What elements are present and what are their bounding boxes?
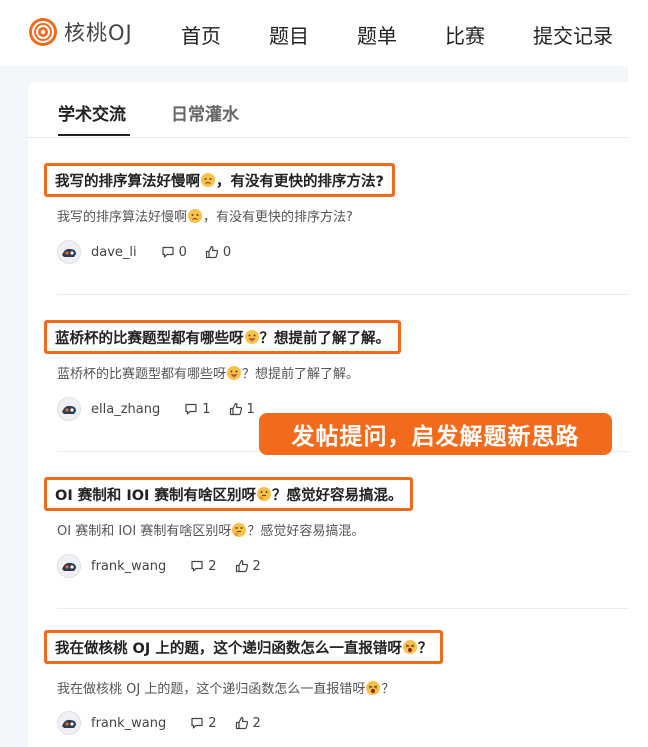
post-title-text-tail: ？想提前了解了解。 [259,330,391,347]
author-name[interactable]: dave_li [91,245,137,260]
comment-count[interactable]: 1 [184,401,211,417]
comment-count-value: 0 [178,244,187,260]
like-count[interactable]: 1 [229,402,255,417]
post-title-text: 我在做核桃 OJ 上的题，这个递归函数怎么一直报错呀 [55,640,402,657]
post-title[interactable]: OI 赛制和 IOI 赛制有啥区别呀 ？感觉好容易搞混。 [44,477,414,511]
promo-banner: 发帖提问，启发解题新思路 [259,413,612,455]
post-summary-text-tail: ？ [381,682,395,697]
comment-icon [162,246,174,258]
nav-contests[interactable]: 比赛 [445,20,485,49]
post-meta: frank_wang 2 2 [57,554,261,578]
post-summary-text-tail: ？想提前了解了解。 [242,367,360,382]
post-title[interactable]: 蓝桥杯的比赛题型都有哪些呀 ？想提前了解了解。 [44,320,401,354]
post-title[interactable]: 我在做核桃 OJ 上的题，这个递归函数怎么一直报错呀 ？ [44,630,444,664]
thumbs-up-icon [235,716,248,730]
playful-emoji-icon [244,330,259,344]
post-title-text-tail: ？ [417,640,433,657]
author-name[interactable]: frank_wang [91,716,166,731]
nav-problems[interactable]: 题目 [269,20,309,49]
post-summary: 我写的排序算法好慢啊 ，有没有更快的排序方法? [57,206,353,225]
post-summary-text: 我写的排序算法好慢啊 [57,210,188,225]
post-divider [57,294,628,295]
top-header: 核桃OJ 首页 题目 题单 比赛 提交记录 [0,0,628,66]
post-summary-text: OI 赛制和 IOI 赛制有啥区别呀 [57,524,232,539]
avatar[interactable] [57,554,81,578]
tabs-divider [28,137,628,138]
comment-count[interactable]: 2 [190,715,217,731]
post-summary-text: 蓝桥杯的比赛题型都有哪些呀 [57,367,227,382]
like-count[interactable]: 0 [205,245,231,260]
post-meta: dave_li 0 0 [57,240,231,264]
comment-icon [191,717,203,729]
author-name[interactable]: ella_zhang [91,402,160,417]
like-count-value: 2 [252,558,261,574]
like-count[interactable]: 2 [235,559,261,574]
nav-problem-lists[interactable]: 题单 [357,20,397,49]
like-count-value: 2 [252,715,261,731]
avatar[interactable] [57,711,81,735]
comment-count[interactable]: 2 [190,558,217,574]
right-margin [628,0,648,747]
worried-emoji-icon [188,209,203,223]
thumbs-up-icon [229,402,242,416]
post-summary-text-tail: ？感觉好容易搞混。 [247,524,365,539]
post-meta: ella_zhang 1 1 [57,397,255,421]
thumbs-up-icon [205,245,219,259]
post-title[interactable]: 我写的排序算法好慢啊 ，有没有更快的排序方法? [44,163,395,197]
post-title-text: 蓝桥杯的比赛题型都有哪些呀 [55,330,244,347]
post-meta: frank_wang 2 2 [57,711,261,735]
post-summary-text-tail: ，有没有更快的排序方法? [203,210,353,225]
active-tab-indicator [58,134,130,136]
post-title-text: 我写的排序算法好慢啊 [55,173,200,190]
post-summary-text: 我在做核桃 OJ 上的题，这个递归函数怎么一直报错呀 [57,682,366,697]
walnut-logo-icon [29,18,57,46]
like-count-value: 0 [222,244,232,260]
worried-emoji-icon [201,173,215,187]
like-count[interactable]: 2 [235,716,261,731]
playful-emoji-icon [227,366,242,380]
post-summary: 蓝桥杯的比赛题型都有哪些呀 ？想提前了解了解。 [57,363,359,382]
thumbs-up-icon [235,559,248,573]
post-summary: 我在做核桃 OJ 上的题，这个递归函数怎么一直报错呀 ？ [57,678,394,697]
site-logo[interactable]: 核桃OJ [28,17,133,47]
author-name[interactable]: frank_wang [91,559,166,574]
comment-count-value: 2 [208,558,217,574]
shocked-emoji-icon [402,640,417,654]
comment-icon [185,403,197,415]
nav-submissions[interactable]: 提交记录 [533,20,613,49]
thinking-emoji-icon [232,523,247,537]
shocked-emoji-icon [366,681,381,695]
post-title-text: OI 赛制和 IOI 赛制有啥区别呀 [55,487,256,504]
comment-count[interactable]: 0 [161,245,187,260]
nav-home[interactable]: 首页 [181,20,221,49]
logo-text: 核桃OJ [64,21,133,45]
post-divider [57,608,628,609]
post-summary: OI 赛制和 IOI 赛制有啥区别呀 ？感觉好容易搞混。 [57,520,364,539]
comment-count-value: 1 [202,401,211,417]
post-title-text-tail: ，有没有更快的排序方法? [216,173,384,190]
tab-academic[interactable]: 学术交流 [58,100,126,125]
thinking-emoji-icon [256,487,271,501]
avatar[interactable] [57,240,81,264]
comment-count-value: 2 [208,715,217,731]
post-title-text-tail: ？感觉好容易搞混。 [271,487,403,504]
tab-casual[interactable]: 日常灌水 [171,100,239,125]
comment-icon [191,560,203,572]
like-count-value: 1 [246,401,255,417]
avatar[interactable] [57,397,81,421]
